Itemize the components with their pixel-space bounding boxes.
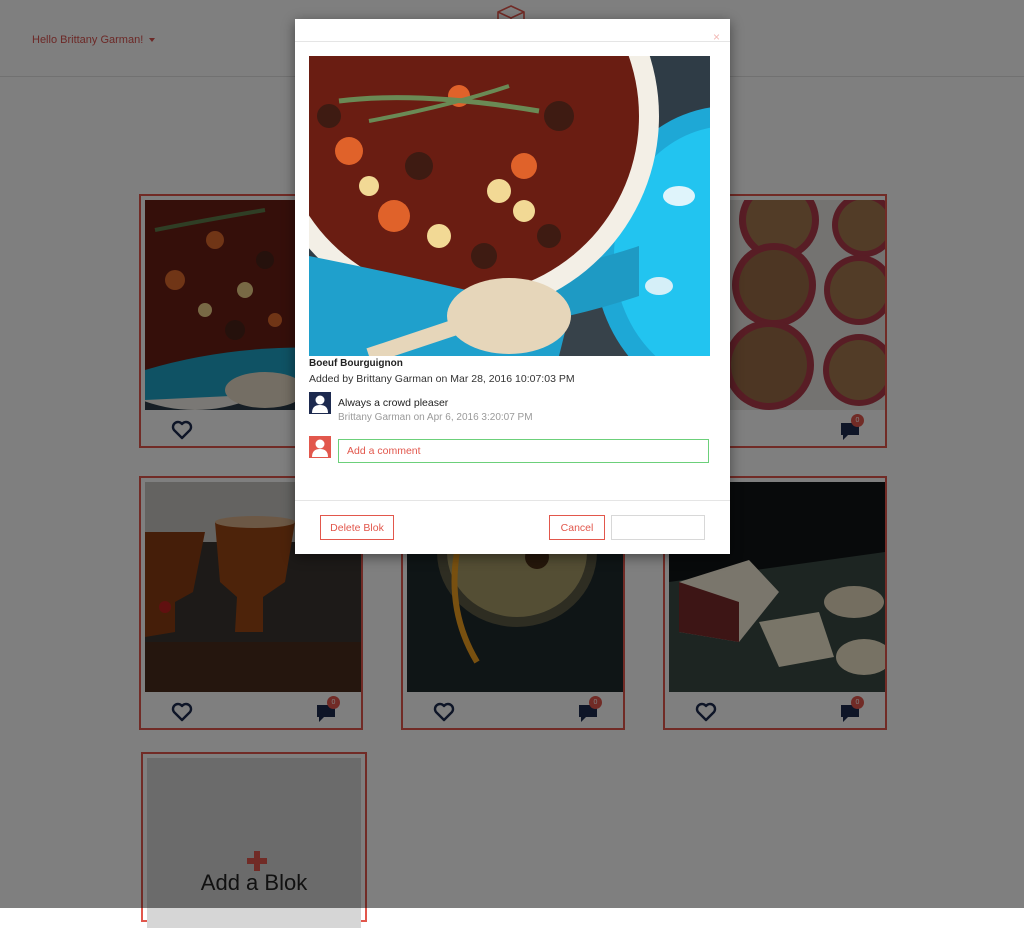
add-comment-input[interactable] <box>338 439 709 463</box>
delete-blok-button[interactable]: Delete Blok <box>320 515 394 540</box>
modal-footer-divider <box>295 500 730 501</box>
save-button[interactable] <box>611 515 705 540</box>
cancel-button[interactable]: Cancel <box>549 515 605 540</box>
user-icon <box>312 439 328 457</box>
current-user-avatar <box>309 436 331 458</box>
blok-detail-modal: × Boeuf Bourguignon Added by Brittany Ga… <box>295 19 730 554</box>
commenter-avatar <box>309 392 331 414</box>
comment-meta: Brittany Garman on Apr 6, 2016 3:20:07 P… <box>338 412 533 423</box>
modal-header: × <box>295 19 730 43</box>
blok-added-by: Added by Brittany Garman on Mar 28, 2016… <box>309 373 575 385</box>
close-icon[interactable]: × <box>713 31 720 43</box>
comment-text: Always a crowd pleaser <box>338 397 449 409</box>
user-icon <box>312 395 328 413</box>
blok-hero-photo <box>309 56 710 356</box>
blok-title: Boeuf Bourguignon <box>309 358 403 369</box>
